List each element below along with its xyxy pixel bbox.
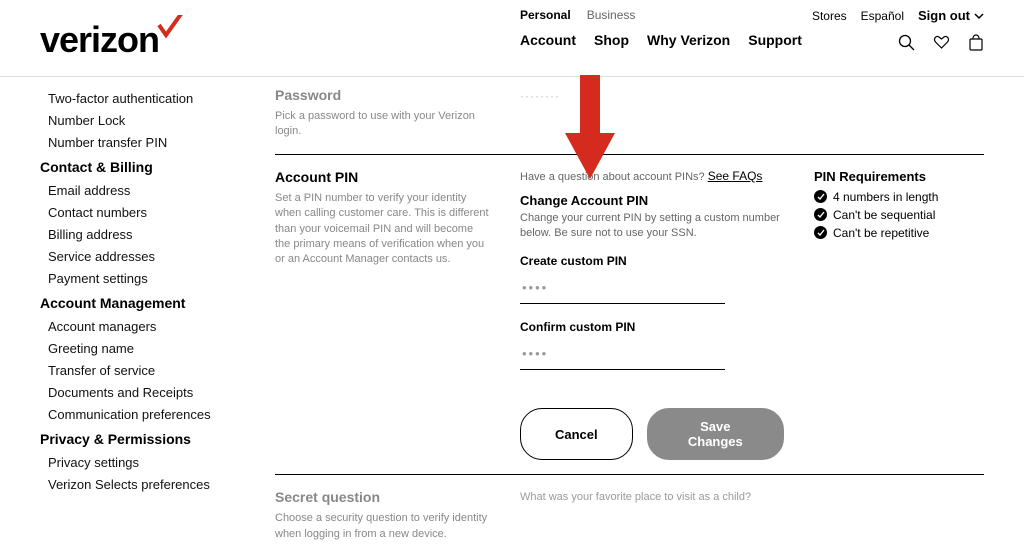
chevron-down-icon [974,11,984,21]
password-section: Password Pick a password to use with you… [275,87,984,154]
brand-logo[interactable]: verizon [40,19,183,61]
secret-section-left: Secret question Choose a security questi… [275,489,490,542]
password-section-mid: ········ [520,87,784,103]
settings-sidebar: Two-factor authentication Number Lock Nu… [40,87,275,556]
settings-main: Password Pick a password to use with you… [275,87,984,556]
pin-button-row: Cancel Save Changes [520,408,784,460]
bag-icon[interactable] [968,34,984,51]
sidebar-item-transfer-service[interactable]: Transfer of service [40,359,255,381]
pin-requirements: PIN Requirements 4 numbers in length Can… [814,169,984,244]
create-pin-label: Create custom PIN [520,254,784,268]
sidebar-item-number-lock[interactable]: Number Lock [40,109,255,131]
nav-why[interactable]: Why Verizon [647,32,730,48]
primary-nav: Personal Business Account Shop Why Veriz… [520,8,802,48]
sidebar-heading-privacy: Privacy & Permissions [40,427,255,451]
sidebar-item-comm-prefs[interactable]: Communication preferences [40,403,255,425]
main-nav: Account Shop Why Verizon Support [520,32,802,48]
sidebar-item-2fa[interactable]: Two-factor authentication [40,87,255,109]
sidebar-item-service-addresses[interactable]: Service addresses [40,245,255,267]
create-pin-input[interactable] [520,272,725,304]
pin-req-1: 4 numbers in length [814,190,984,204]
nav-support[interactable]: Support [748,32,802,48]
segment-tabs: Personal Business [520,8,802,22]
password-masked: ········ [520,87,784,103]
confirm-pin-label: Confirm custom PIN [520,320,784,334]
language-link[interactable]: Español [861,9,904,23]
password-title: Password [275,87,490,103]
account-pin-section: Account PIN Set a PIN number to verify y… [275,154,984,475]
tab-personal[interactable]: Personal [520,8,571,22]
pin-faq-line: Have a question about account PINs? See … [520,169,784,183]
change-pin-desc: Change your current PIN by setting a cus… [520,211,784,241]
utility-icons [898,34,984,51]
sidebar-item-billing-address[interactable]: Billing address [40,223,255,245]
check-circle-icon [814,226,827,239]
save-changes-button[interactable]: Save Changes [647,408,784,460]
pin-req-3: Can't be repetitive [814,226,984,240]
sidebar-item-acct-managers[interactable]: Account managers [40,315,255,337]
pin-section-left: Account PIN Set a PIN number to verify y… [275,169,490,268]
pin-title: Account PIN [275,169,490,185]
sidebar-item-transfer-pin[interactable]: Number transfer PIN [40,131,255,153]
sidebar-item-documents[interactable]: Documents and Receipts [40,381,255,403]
pin-req-2: Can't be sequential [814,208,984,222]
sidebar-item-verizon-selects[interactable]: Verizon Selects preferences [40,473,255,495]
secret-title: Secret question [275,489,490,505]
utility-nav: Stores Español Sign out [812,8,984,23]
pin-desc: Set a PIN number to verify your identity… [275,191,490,268]
brand-word: verizon [40,19,159,61]
sidebar-heading-acct-mgmt: Account Management [40,291,255,315]
change-pin-heading: Change Account PIN [520,193,784,208]
sidebar-item-privacy-settings[interactable]: Privacy settings [40,451,255,473]
pin-section-mid: Have a question about account PINs? See … [520,169,784,461]
tab-business[interactable]: Business [587,8,636,22]
pin-req-heading: PIN Requirements [814,169,984,184]
secret-section-mid: What was your favorite place to visit as… [520,489,784,503]
sidebar-heading-contact: Contact & Billing [40,155,255,179]
secret-question-section: Secret question Choose a security questi… [275,474,984,556]
signout-link[interactable]: Sign out [918,8,984,23]
check-circle-icon [814,208,827,221]
sidebar-item-payment-settings[interactable]: Payment settings [40,267,255,289]
sidebar-item-contact-numbers[interactable]: Contact numbers [40,201,255,223]
nav-account[interactable]: Account [520,32,576,48]
site-header: verizon Personal Business Account Shop W… [0,0,1024,70]
cancel-button[interactable]: Cancel [520,408,633,460]
password-desc: Pick a password to use with your Verizon… [275,109,490,140]
heart-icon[interactable] [933,34,950,51]
stores-link[interactable]: Stores [812,9,847,23]
sidebar-item-email[interactable]: Email address [40,179,255,201]
page-content: Two-factor authentication Number Lock Nu… [0,77,1024,556]
check-icon [157,15,183,39]
check-circle-icon [814,190,827,203]
see-faqs-link[interactable]: See FAQs [708,169,763,183]
secret-question-text: What was your favorite place to visit as… [520,489,784,503]
search-icon[interactable] [898,34,915,51]
password-section-left: Password Pick a password to use with you… [275,87,490,140]
sidebar-item-greeting-name[interactable]: Greeting name [40,337,255,359]
confirm-pin-input[interactable] [520,338,725,370]
nav-shop[interactable]: Shop [594,32,629,48]
